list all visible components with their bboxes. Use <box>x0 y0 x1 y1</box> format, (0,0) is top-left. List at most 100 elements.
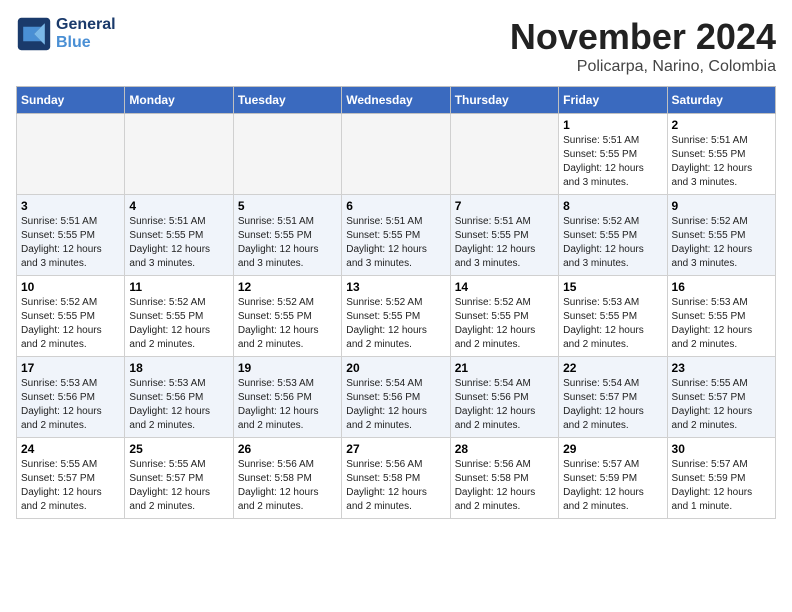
calendar-header-row: SundayMondayTuesdayWednesdayThursdayFrid… <box>17 87 776 114</box>
calendar-cell: 26 Sunrise: 5:56 AM Sunset: 5:58 PM Dayli… <box>233 438 341 519</box>
day-number: 2 <box>672 118 771 132</box>
calendar-week-row: 24 Sunrise: 5:55 AM Sunset: 5:57 PM Dayli… <box>17 438 776 519</box>
calendar-cell: 19 Sunrise: 5:53 AM Sunset: 5:56 PM Dayli… <box>233 357 341 438</box>
calendar-cell: 2 Sunrise: 5:51 AM Sunset: 5:55 PM Daylig… <box>667 114 775 195</box>
day-info: Sunrise: 5:55 AM Sunset: 5:57 PM Dayligh… <box>21 458 120 514</box>
calendar-cell: 3 Sunrise: 5:51 AM Sunset: 5:55 PM Daylig… <box>17 195 125 276</box>
calendar-week-row: 1Sunrise: 5:51 AM Sunset: 5:55 PM Daylig… <box>17 114 776 195</box>
calendar-cell <box>342 114 450 195</box>
calendar-cell: 18 Sunrise: 5:53 AM Sunset: 5:56 PM Dayli… <box>125 357 233 438</box>
calendar-cell: 17 Sunrise: 5:53 AM Sunset: 5:56 PM Dayli… <box>17 357 125 438</box>
day-info: Sunrise: 5:51 AM Sunset: 5:55 PM Dayligh… <box>563 134 662 190</box>
day-number: 26 <box>238 442 337 456</box>
day-number: 27 <box>346 442 445 456</box>
weekday-header-friday: Friday <box>559 87 667 114</box>
day-number: 17 <box>21 361 120 375</box>
day-info: Sunrise: 5:56 AM Sunset: 5:58 PM Dayligh… <box>238 458 337 514</box>
calendar-cell <box>450 114 558 195</box>
day-info: Sunrise: 5:54 AM Sunset: 5:56 PM Dayligh… <box>346 377 445 433</box>
weekday-header-tuesday: Tuesday <box>233 87 341 114</box>
day-info: Sunrise: 5:56 AM Sunset: 5:58 PM Dayligh… <box>455 458 554 514</box>
calendar-cell: 16Sunrise: 5:53 AM Sunset: 5:55 PM Dayli… <box>667 276 775 357</box>
day-number: 3 <box>21 199 120 213</box>
day-info: Sunrise: 5:54 AM Sunset: 5:57 PM Dayligh… <box>563 377 662 433</box>
day-info: Sunrise: 5:51 AM Sunset: 5:55 PM Dayligh… <box>238 215 337 271</box>
day-info: Sunrise: 5:55 AM Sunset: 5:57 PM Dayligh… <box>129 458 228 514</box>
day-number: 10 <box>21 280 120 294</box>
day-number: 5 <box>238 199 337 213</box>
day-info: Sunrise: 5:53 AM Sunset: 5:55 PM Dayligh… <box>563 296 662 352</box>
calendar-cell: 23 Sunrise: 5:55 AM Sunset: 5:57 PM Dayli… <box>667 357 775 438</box>
day-info: Sunrise: 5:52 AM Sunset: 5:55 PM Dayligh… <box>672 215 771 271</box>
day-info: Sunrise: 5:51 AM Sunset: 5:55 PM Dayligh… <box>129 215 228 271</box>
day-info: Sunrise: 5:57 AM Sunset: 5:59 PM Dayligh… <box>672 458 771 514</box>
day-info: Sunrise: 5:51 AM Sunset: 5:55 PM Dayligh… <box>455 215 554 271</box>
calendar-week-row: 17 Sunrise: 5:53 AM Sunset: 5:56 PM Dayli… <box>17 357 776 438</box>
day-number: 6 <box>346 199 445 213</box>
calendar-cell: 8 Sunrise: 5:52 AM Sunset: 5:55 PM Daylig… <box>559 195 667 276</box>
calendar-cell: 11Sunrise: 5:52 AM Sunset: 5:55 PM Dayli… <box>125 276 233 357</box>
day-info: Sunrise: 5:57 AM Sunset: 5:59 PM Dayligh… <box>563 458 662 514</box>
day-info: Sunrise: 5:52 AM Sunset: 5:55 PM Dayligh… <box>129 296 228 352</box>
day-info: Sunrise: 5:52 AM Sunset: 5:55 PM Dayligh… <box>238 296 337 352</box>
weekday-header-sunday: Sunday <box>17 87 125 114</box>
calendar-week-row: 10 Sunrise: 5:52 AM Sunset: 5:55 PM Dayli… <box>17 276 776 357</box>
day-number: 19 <box>238 361 337 375</box>
day-info: Sunrise: 5:53 AM Sunset: 5:56 PM Dayligh… <box>21 377 120 433</box>
logo-text: General Blue <box>56 16 116 52</box>
day-number: 14 <box>455 280 554 294</box>
day-number: 28 <box>455 442 554 456</box>
day-number: 7 <box>455 199 554 213</box>
calendar-cell: 28 Sunrise: 5:56 AM Sunset: 5:58 PM Dayli… <box>450 438 558 519</box>
weekday-header-thursday: Thursday <box>450 87 558 114</box>
calendar-cell: 1Sunrise: 5:51 AM Sunset: 5:55 PM Daylig… <box>559 114 667 195</box>
title-section: November 2024 Policarpa, Narino, Colombi… <box>510 16 776 76</box>
month-title: November 2024 <box>510 16 776 58</box>
day-number: 23 <box>672 361 771 375</box>
day-number: 12 <box>238 280 337 294</box>
day-info: Sunrise: 5:55 AM Sunset: 5:57 PM Dayligh… <box>672 377 771 433</box>
day-info: Sunrise: 5:54 AM Sunset: 5:56 PM Dayligh… <box>455 377 554 433</box>
day-info: Sunrise: 5:52 AM Sunset: 5:55 PM Dayligh… <box>455 296 554 352</box>
calendar-cell: 6Sunrise: 5:51 AM Sunset: 5:55 PM Daylig… <box>342 195 450 276</box>
calendar-cell: 27 Sunrise: 5:56 AM Sunset: 5:58 PM Dayli… <box>342 438 450 519</box>
day-number: 22 <box>563 361 662 375</box>
calendar-cell: 30Sunrise: 5:57 AM Sunset: 5:59 PM Dayli… <box>667 438 775 519</box>
calendar-week-row: 3 Sunrise: 5:51 AM Sunset: 5:55 PM Daylig… <box>17 195 776 276</box>
calendar-cell: 25 Sunrise: 5:55 AM Sunset: 5:57 PM Dayli… <box>125 438 233 519</box>
day-number: 13 <box>346 280 445 294</box>
logo: General Blue <box>16 16 116 52</box>
day-number: 8 <box>563 199 662 213</box>
calendar: SundayMondayTuesdayWednesdayThursdayFrid… <box>16 86 776 519</box>
day-info: Sunrise: 5:52 AM Sunset: 5:55 PM Dayligh… <box>563 215 662 271</box>
calendar-cell: 9Sunrise: 5:52 AM Sunset: 5:55 PM Daylig… <box>667 195 775 276</box>
day-info: Sunrise: 5:51 AM Sunset: 5:55 PM Dayligh… <box>21 215 120 271</box>
calendar-cell: 15 Sunrise: 5:53 AM Sunset: 5:55 PM Dayli… <box>559 276 667 357</box>
weekday-header-saturday: Saturday <box>667 87 775 114</box>
calendar-cell <box>233 114 341 195</box>
calendar-cell: 24 Sunrise: 5:55 AM Sunset: 5:57 PM Dayli… <box>17 438 125 519</box>
day-number: 25 <box>129 442 228 456</box>
day-info: Sunrise: 5:53 AM Sunset: 5:56 PM Dayligh… <box>129 377 228 433</box>
day-info: Sunrise: 5:53 AM Sunset: 5:55 PM Dayligh… <box>672 296 771 352</box>
logo-icon <box>16 16 52 52</box>
day-info: Sunrise: 5:53 AM Sunset: 5:56 PM Dayligh… <box>238 377 337 433</box>
calendar-cell <box>125 114 233 195</box>
day-number: 20 <box>346 361 445 375</box>
day-number: 15 <box>563 280 662 294</box>
day-info: Sunrise: 5:52 AM Sunset: 5:55 PM Dayligh… <box>346 296 445 352</box>
weekday-header-wednesday: Wednesday <box>342 87 450 114</box>
calendar-cell: 10Sunrise: 5:52 AM Sunset: 5:55 PM Dayli… <box>17 276 125 357</box>
calendar-cell: 22 Sunrise: 5:54 AM Sunset: 5:57 PM Dayli… <box>559 357 667 438</box>
day-number: 21 <box>455 361 554 375</box>
calendar-cell: 12 Sunrise: 5:52 AM Sunset: 5:55 PM Dayli… <box>233 276 341 357</box>
day-number: 18 <box>129 361 228 375</box>
weekday-header-monday: Monday <box>125 87 233 114</box>
day-number: 24 <box>21 442 120 456</box>
calendar-cell: 21 Sunrise: 5:54 AM Sunset: 5:56 PM Dayli… <box>450 357 558 438</box>
calendar-cell <box>17 114 125 195</box>
day-info: Sunrise: 5:56 AM Sunset: 5:58 PM Dayligh… <box>346 458 445 514</box>
calendar-cell: 13 Sunrise: 5:52 AM Sunset: 5:55 PM Dayli… <box>342 276 450 357</box>
day-info: Sunrise: 5:51 AM Sunset: 5:55 PM Dayligh… <box>672 134 771 190</box>
day-number: 29 <box>563 442 662 456</box>
